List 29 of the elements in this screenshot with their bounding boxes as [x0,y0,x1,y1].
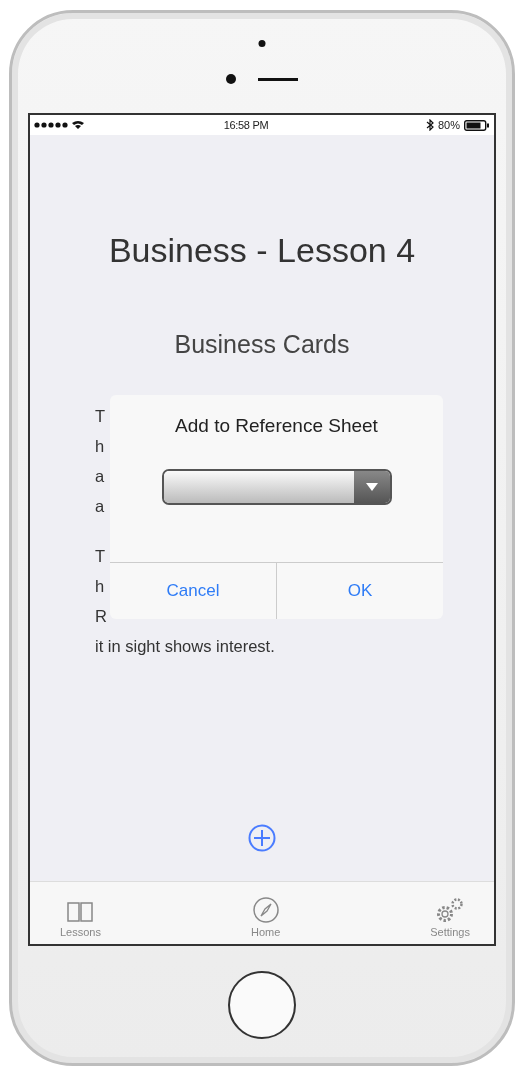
battery-percent: 80% [437,119,460,131]
caret-icon [364,482,379,492]
dialog-title: Add to Reference Sheet [175,415,378,437]
dialog-button[interactable]: Cancel [110,563,276,619]
dropdown[interactable] [161,469,392,505]
tab-item[interactable]: Lessons [60,882,101,944]
paragraph-text: h [95,436,105,457]
paragraph-text: T [95,546,106,567]
dialog-button[interactable]: OK [276,563,443,619]
status-time: 16:58 PM [222,119,270,131]
paragraph-text: h [95,576,105,597]
tab-item[interactable]: Home [250,882,281,944]
tab-item[interactable]: Settings [430,882,470,944]
speaker-icon [258,77,298,81]
add-icon[interactable] [247,823,277,853]
signal-icon [34,120,86,130]
sensor-icon [258,40,266,47]
paragraph-text: it in sight shows interest. [95,636,275,657]
compass-icon [251,896,280,924]
paragraph-text: R [95,606,107,627]
camera-icon [226,74,236,84]
paragraph-text: T [95,406,106,427]
book-icon [66,900,95,924]
bluetooth-icon [425,119,434,131]
paragraph-text: a [95,496,105,517]
lesson-subtitle: Business Cards [174,330,350,359]
lesson-title: Business - Lesson 4 [108,231,416,270]
paragraph-text: a [95,466,105,487]
battery-icon [464,119,490,131]
